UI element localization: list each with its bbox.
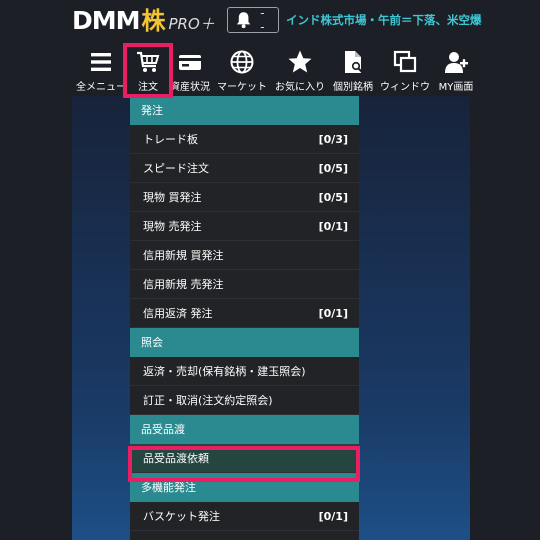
menu-item-spot-buy[interactable]: 現物 買発注 [0/5]: [130, 183, 359, 212]
nav-label: 個別銘柄: [333, 82, 373, 93]
menu-item-modify-cancel[interactable]: 訂正・取消(注文約定照会): [130, 386, 359, 415]
menu-item-label: 信用返済 発注: [143, 307, 213, 320]
menu-item-basket-order[interactable]: バスケット発注 [0/1]: [130, 502, 359, 531]
menu-item-speed-order[interactable]: スピード注文 [0/5]: [130, 154, 359, 183]
menu-item-count: [0/3]: [318, 132, 348, 146]
menu-item-count: [0/1]: [318, 509, 348, 523]
nav-my-screen[interactable]: MY画面: [434, 44, 478, 96]
windows-icon: [393, 50, 417, 73]
menu-item-label: 返済・売却(保有銘柄・建玉照会): [143, 365, 306, 378]
menu-item-label: 信用新規 売発注: [143, 278, 224, 291]
menu-item-spot-sell[interactable]: 現物 売発注 [0/1]: [130, 212, 359, 241]
user-add-icon: [445, 52, 468, 73]
section-label: 照会: [141, 336, 163, 349]
news-ticker[interactable]: インド株式市場・午前＝下落、米空爆: [286, 12, 540, 28]
menu-item-margin-repay[interactable]: 信用返済 発注 [0/1]: [130, 299, 359, 328]
nav-window[interactable]: ウィンドウ: [378, 44, 432, 96]
nav-market[interactable]: マーケット: [212, 44, 272, 96]
menu-item-count: [0/5]: [318, 190, 348, 204]
menu-item-margin-new-buy[interactable]: 信用新規 買発注: [130, 241, 359, 270]
nav-favorites[interactable]: お気に入り: [272, 44, 328, 96]
nav-label: 資産状況: [170, 82, 210, 93]
bell-icon: [236, 12, 251, 29]
menu-item-margin-new-sell[interactable]: 信用新規 売発注: [130, 270, 359, 299]
menu-item-count: [0/1]: [318, 306, 348, 320]
top-bar: DMM 株 PRO＋ - - インド株式市場・午前＝下落、米空爆: [0, 0, 540, 44]
menu-item-label: スピード注文: [143, 162, 209, 175]
logo-pro-text: PRO＋: [168, 15, 215, 33]
section-label: 発注: [141, 104, 163, 117]
nav-all-menu[interactable]: 全メニュー: [74, 44, 128, 96]
logo-kabu-text: 株: [141, 7, 166, 35]
nav-label: ウィンドウ: [380, 82, 430, 93]
menu-item-label: 現物 売発注: [143, 220, 202, 233]
hamburger-icon: [91, 53, 111, 71]
menu-item-repay-sell[interactable]: 返済・売却(保有銘柄・建玉照会): [130, 357, 359, 386]
nav-label: 全メニュー: [76, 82, 126, 93]
menu-item-label: トレード板: [143, 133, 198, 146]
nav-assets[interactable]: 資産状況: [168, 44, 212, 96]
dmm-kabu-logo[interactable]: DMM 株 PRO＋: [72, 6, 215, 36]
star-icon: [288, 50, 312, 73]
menu-item-label: 現物 買発注: [143, 191, 202, 204]
nav-individual-stock[interactable]: 個別銘柄: [328, 44, 378, 96]
menu-item-label: 訂正・取消(注文約定照会): [143, 394, 273, 407]
menu-section-inquiry: 照会: [130, 328, 359, 357]
nav-label: マーケット: [217, 82, 267, 93]
highlight-box-delivery-request: [128, 446, 360, 482]
wallet-icon: [179, 55, 201, 70]
menu-item-count: [0/1]: [318, 219, 348, 233]
notification-button[interactable]: - -: [227, 6, 279, 34]
menu-item-label: バスケット発注: [143, 510, 220, 523]
section-label: 品受品渡: [141, 423, 185, 436]
globe-icon: [230, 50, 254, 74]
main-nav: 全メニュー 注文 資産状況 マーケット お気に入り 個別銘柄 ウィンドウ MY画…: [0, 44, 540, 96]
menu-item-trade-board[interactable]: トレード板 [0/3]: [130, 125, 359, 154]
highlight-box-order: [123, 43, 173, 98]
nav-label: お気に入り: [275, 82, 325, 93]
logo-dmm-text: DMM: [72, 6, 141, 35]
menu-section-order: 発注: [130, 96, 359, 125]
notification-count: - -: [260, 6, 267, 34]
menu-item-label: 信用新規 買発注: [143, 249, 224, 262]
menu-section-delivery: 品受品渡: [130, 415, 359, 444]
menu-item-count: [0/5]: [318, 161, 348, 175]
nav-label: MY画面: [438, 82, 474, 93]
document-search-icon: [345, 51, 363, 73]
